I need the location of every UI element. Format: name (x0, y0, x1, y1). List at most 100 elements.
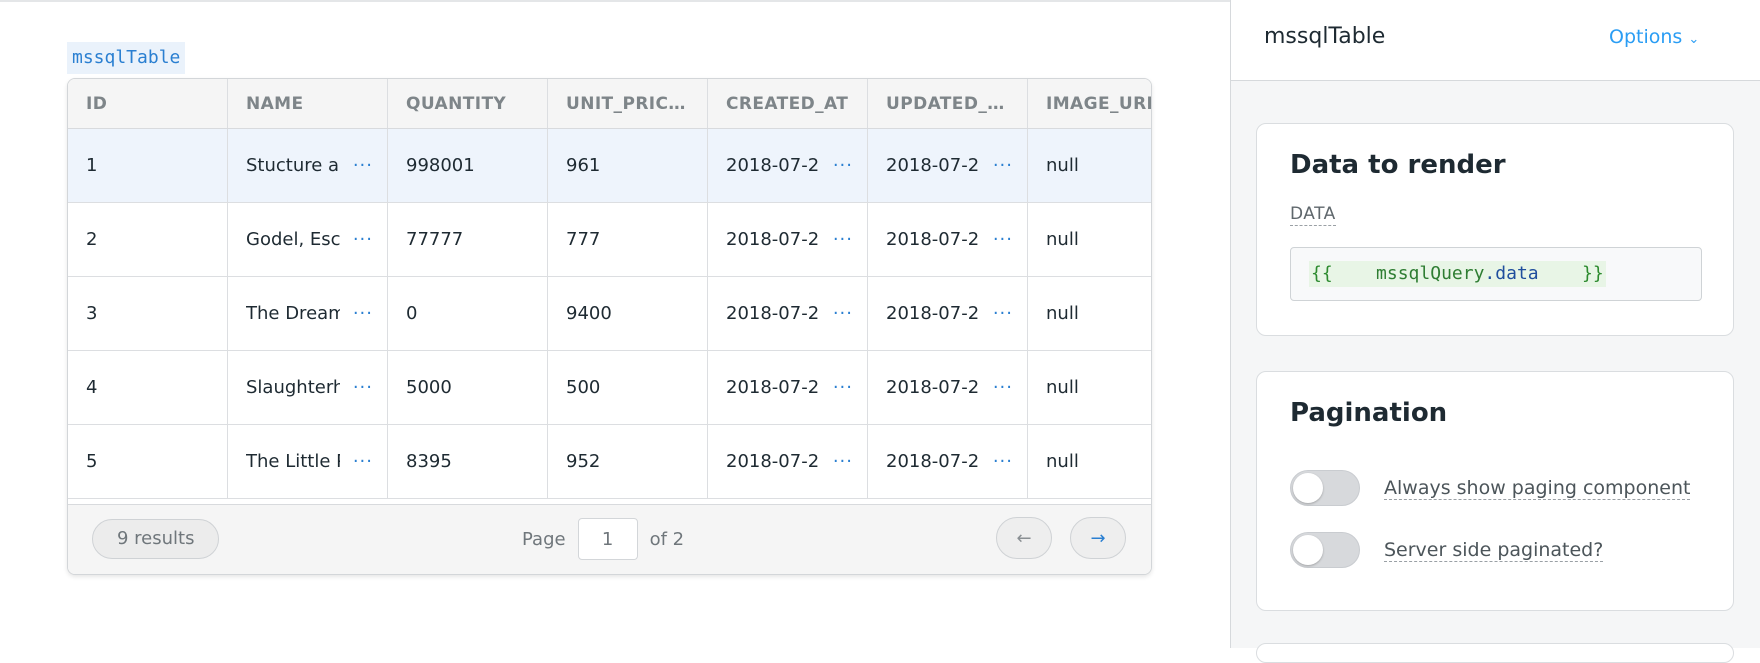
server-side-paginated-toggle[interactable] (1290, 532, 1360, 568)
expand-cell-icon[interactable]: ··· (993, 351, 1013, 424)
cell-created-at-text: 2018-07-26 (726, 303, 820, 324)
cell-name: The Little Prince ··· (228, 425, 388, 498)
table-header-row: ID NAME QUANTITY UNIT_PRICE... CREATED_A… (68, 79, 1151, 129)
column-header-updated-at[interactable]: UPDATED_AT (868, 79, 1028, 128)
cell-name-text: The Dream Machine (246, 303, 340, 324)
cell-quantity: 0 (388, 277, 548, 350)
cell-updated-at: 2018-07-26 ··· (868, 277, 1028, 350)
expand-cell-icon[interactable]: ··· (833, 351, 853, 424)
options-label: Options (1609, 26, 1683, 48)
cell-name-text: Godel, Escher, Bach (246, 229, 340, 250)
inspector-header: mssqlTable Options ⌄ (1231, 0, 1760, 81)
expand-cell-icon[interactable]: ··· (833, 425, 853, 498)
cell-created-at: 2018-07-26 ··· (708, 351, 868, 424)
cell-name-text: Stucture and Interpretation (246, 155, 340, 176)
column-header-id[interactable]: ID (68, 79, 228, 128)
always-show-paging-row: Always show paging component (1290, 470, 1691, 506)
expand-cell-icon[interactable]: ··· (993, 203, 1013, 276)
cell-created-at: 2018-07-26 ··· (708, 203, 868, 276)
cell-id: 5 (68, 425, 228, 498)
expand-cell-icon[interactable]: ··· (993, 129, 1013, 202)
cell-updated-at: 2018-07-26 ··· (868, 203, 1028, 276)
data-to-render-section: Data to render DATA {{ mssqlQuery.data }… (1256, 123, 1734, 336)
table-footer: 9 results Page of 2 ← → (68, 504, 1151, 574)
expand-cell-icon[interactable]: ··· (993, 425, 1013, 498)
inspector-title[interactable]: mssqlTable (1264, 24, 1385, 49)
cell-image-url: null (1046, 303, 1079, 324)
page-total-label: of 2 (649, 528, 685, 550)
close-brace: }} (1581, 263, 1604, 284)
editor-canvas: mssqlTable ID NAME QUANTITY UNIT_PRICE..… (0, 2, 1230, 648)
table-row[interactable]: 3 The Dream Machine ··· 0 9400 2018-07-26… (68, 277, 1151, 351)
expr-dot: . (1484, 263, 1496, 284)
page-number-input[interactable] (577, 518, 638, 560)
cell-quantity: 77777 (388, 203, 548, 276)
table-row[interactable]: 5 The Little Prince ··· 8395 952 2018-07-… (68, 425, 1151, 499)
cell-name-text: The Little Prince (246, 451, 340, 472)
cell-created-at-text: 2018-07-26 (726, 377, 820, 398)
cell-image-url: null (1046, 377, 1079, 398)
widget-name-label[interactable]: mssqlTable (67, 42, 186, 74)
options-menu-button[interactable]: Options ⌄ (1609, 26, 1699, 48)
expand-cell-icon[interactable]: ··· (353, 203, 373, 276)
column-header-unit-price[interactable]: UNIT_PRICE... (548, 79, 708, 128)
cell-updated-at-text: 2018-07-26 (886, 155, 980, 176)
data-table[interactable]: ID NAME QUANTITY UNIT_PRICE... CREATED_A… (67, 78, 1152, 575)
cell-unit-price: 500 (548, 351, 708, 424)
cell-image-url: null (1046, 229, 1079, 250)
cell-name: Stucture and Interpretation ··· (228, 129, 388, 202)
always-show-paging-toggle[interactable] (1290, 470, 1360, 506)
next-page-button[interactable]: → (1070, 517, 1126, 559)
cell-id: 3 (68, 277, 228, 350)
toggle-knob (1293, 473, 1323, 503)
server-side-paginated-label: Server side paginated? (1384, 538, 1604, 562)
open-brace: {{ (1311, 263, 1333, 284)
cell-created-at-text: 2018-07-26 (726, 451, 820, 472)
column-header-quantity[interactable]: QUANTITY (388, 79, 548, 128)
expand-cell-icon[interactable]: ··· (353, 277, 373, 350)
toggle-knob (1293, 535, 1323, 565)
always-show-paging-label: Always show paging component (1384, 476, 1691, 500)
chevron-down-icon: ⌄ (1688, 32, 1700, 47)
column-header-image-url[interactable]: IMAGE_URL (1028, 79, 1151, 128)
expand-cell-icon[interactable]: ··· (833, 203, 853, 276)
cell-quantity: 998001 (388, 129, 548, 202)
page-label: Page (522, 528, 566, 550)
expand-cell-icon[interactable]: ··· (833, 129, 853, 202)
cell-image-url: null (1046, 451, 1079, 472)
cell-name: The Dream Machine ··· (228, 277, 388, 350)
cell-id: 1 (68, 129, 228, 202)
expand-cell-icon[interactable]: ··· (833, 277, 853, 350)
cell-updated-at: 2018-07-26 ··· (868, 351, 1028, 424)
section-title: Data to render (1290, 150, 1506, 180)
cell-unit-price: 777 (548, 203, 708, 276)
expand-cell-icon[interactable]: ··· (353, 351, 373, 424)
cell-name: Godel, Escher, Bach ··· (228, 203, 388, 276)
table-row[interactable]: 1 Stucture and Interpretation··· 998001 … (68, 129, 1151, 203)
cell-created-at-text: 2018-07-26 (726, 155, 820, 176)
cell-image-url: null (1046, 155, 1079, 176)
cell-updated-at: 2018-07-26 ··· (868, 129, 1028, 202)
results-count-badge: 9 results (92, 519, 220, 559)
cell-created-at: 2018-07-26 ··· (708, 277, 868, 350)
cell-name-text: Slaughterhouse-Five (246, 377, 340, 398)
cell-updated-at-text: 2018-07-26 (886, 303, 980, 324)
prev-page-button[interactable]: ← (996, 517, 1052, 559)
cell-unit-price: 9400 (548, 277, 708, 350)
expr-identifier: mssqlQuery (1376, 263, 1485, 284)
table-row[interactable]: 2 Godel, Escher, Bach ··· 77777 777 2018-… (68, 203, 1151, 277)
expr-property: data (1495, 263, 1539, 284)
arrow-right-icon: → (1090, 527, 1106, 549)
next-section-edge (1256, 643, 1734, 663)
expand-cell-icon[interactable]: ··· (993, 277, 1013, 350)
cell-id: 4 (68, 351, 228, 424)
expand-cell-icon[interactable]: ··· (353, 129, 373, 202)
column-header-name[interactable]: NAME (228, 79, 388, 128)
cell-created-at-text: 2018-07-26 (726, 229, 820, 250)
data-code-editor[interactable]: {{ mssqlQuery.data }} (1290, 247, 1702, 301)
cell-name: Slaughterhouse-Five ··· (228, 351, 388, 424)
expand-cell-icon[interactable]: ··· (353, 425, 373, 498)
table-row[interactable]: 4 Slaughterhouse-Five ··· 5000 500 2018-0… (68, 351, 1151, 425)
column-header-created-at[interactable]: CREATED_AT (708, 79, 868, 128)
cell-updated-at-text: 2018-07-26 (886, 451, 980, 472)
